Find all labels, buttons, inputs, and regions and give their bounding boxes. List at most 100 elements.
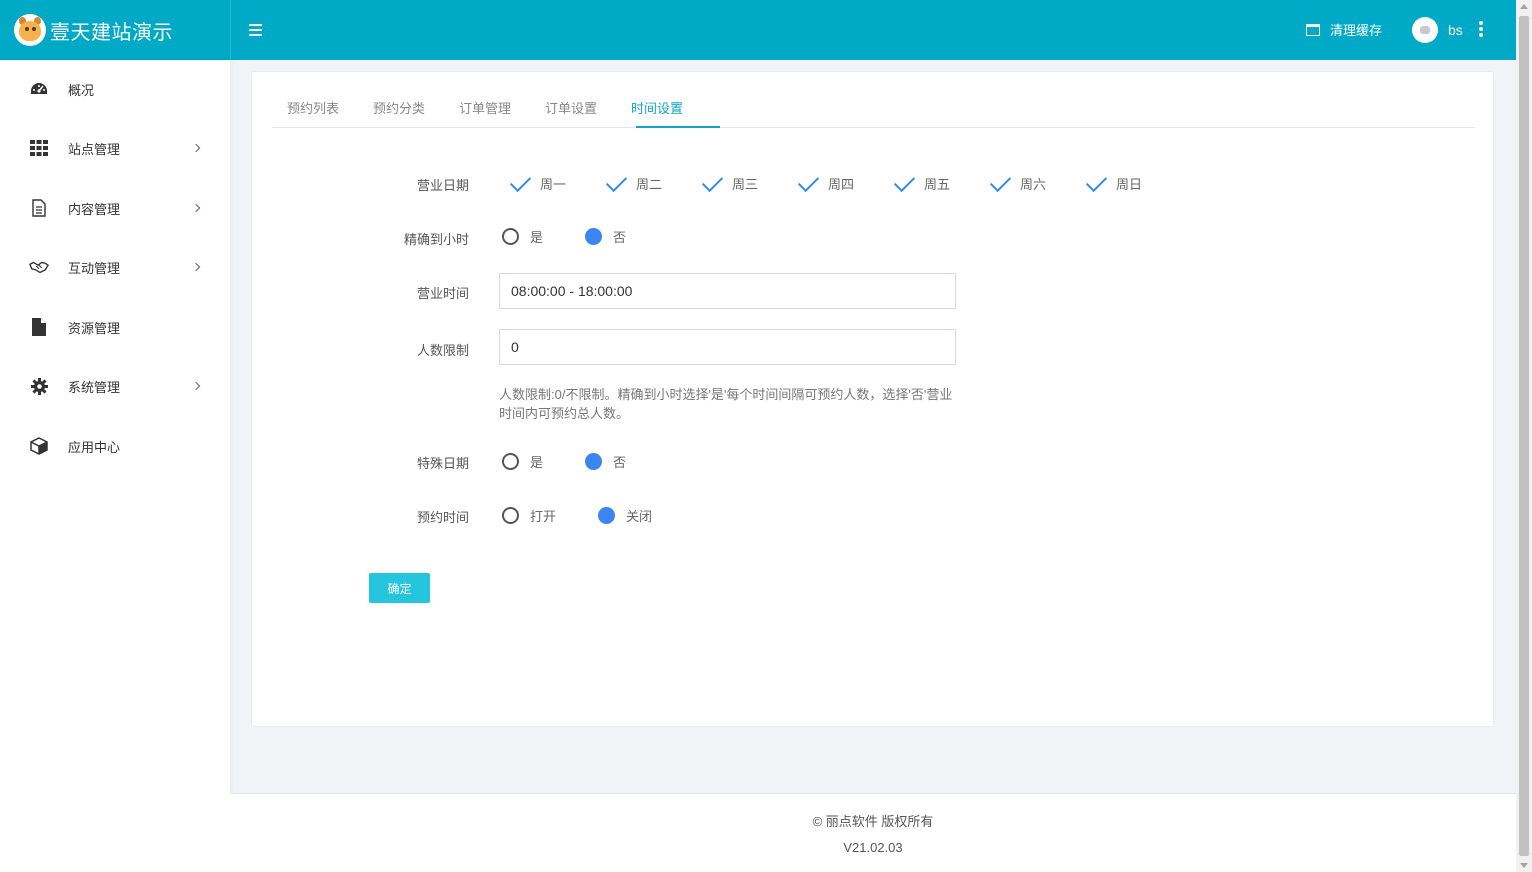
special-date-yes-radio[interactable]: 是 (502, 452, 543, 471)
checkmark-icon (988, 172, 1010, 194)
day-checkbox-sun[interactable]: 周日 (1084, 172, 1142, 194)
people-limit-input[interactable] (499, 329, 956, 365)
day-label: 周四 (828, 176, 855, 192)
tab-time-settings[interactable]: 时间设置 (631, 98, 683, 117)
scroll-down-icon[interactable] (1520, 863, 1528, 868)
special-date-label: 特殊日期 (416, 456, 469, 471)
radio-label: 打开 (530, 509, 557, 524)
checkmark-icon (796, 172, 818, 194)
sidebar-item-label: 系统管理 (68, 379, 121, 395)
tab-booking-category[interactable]: 预约分类 (373, 98, 425, 117)
chevron-right-icon (191, 381, 201, 391)
gear-icon (29, 376, 49, 396)
radio-label: 否 (613, 455, 627, 470)
more-vertical-icon[interactable] (1479, 21, 1483, 39)
hour-precision-label: 精确到小时 (403, 232, 469, 247)
sidebar-item-label: 资源管理 (68, 320, 121, 336)
active-tab-indicator (636, 126, 720, 128)
day-checkbox-wed[interactable]: 周三 (700, 172, 758, 194)
sidebar-item-interaction[interactable]: 互动管理 (0, 247, 230, 287)
clear-cache-button[interactable]: 清理缓存 (1306, 20, 1382, 39)
scrollbar-thumb[interactable] (1519, 16, 1529, 856)
radio-label: 否 (613, 230, 627, 245)
day-label: 周日 (1116, 176, 1143, 192)
chevron-right-icon (191, 262, 201, 272)
radio-off-icon (502, 507, 519, 524)
radio-label: 关闭 (626, 509, 653, 524)
document-icon (29, 198, 49, 218)
sidebar-item-label: 内容管理 (68, 201, 121, 217)
radio-on-icon (585, 228, 602, 245)
day-checkbox-tue[interactable]: 周二 (604, 172, 662, 194)
tab-bar: 预约列表 预约分类 订单管理 订单设置 时间设置 (272, 72, 1475, 128)
chevron-right-icon (191, 143, 201, 153)
confirm-button[interactable]: 确定 (369, 573, 430, 603)
day-checkbox-thu[interactable]: 周四 (796, 172, 854, 194)
settings-panel: 预约列表 预约分类 订单管理 订单设置 时间设置 营业日期 周一 周二 周三 周… (251, 71, 1494, 727)
brand-logo[interactable]: 壹天建站演示 (14, 14, 173, 46)
radio-on-icon (585, 453, 602, 470)
radio-label: 是 (530, 455, 544, 470)
radio-on-icon (598, 507, 615, 524)
day-label: 周三 (732, 176, 759, 192)
checkmark-icon (508, 172, 530, 194)
booking-time-close-radio[interactable]: 关闭 (598, 506, 652, 525)
day-checkbox-sat[interactable]: 周六 (988, 172, 1046, 194)
clear-cache-label: 清理缓存 (1330, 23, 1383, 38)
copyright-text: © 丽点软件 版权所有 (812, 814, 934, 829)
business-days-label: 营业日期 (416, 178, 469, 193)
brand-title: 壹天建站演示 (50, 19, 173, 44)
hour-precision-yes-radio[interactable]: 是 (502, 227, 543, 246)
sidebar-item-label: 互动管理 (68, 260, 121, 276)
checkmark-icon (604, 172, 626, 194)
menu-toggle-icon[interactable] (249, 24, 262, 36)
file-icon (29, 317, 49, 337)
sidebar-item-label: 概况 (68, 82, 95, 98)
user-menu[interactable]: bs (1412, 17, 1463, 43)
day-label: 周一 (540, 176, 567, 192)
header-divider (230, 0, 231, 60)
day-label: 周五 (924, 176, 951, 192)
footer: © 丽点软件 版权所有 V21.02.03 (230, 793, 1516, 872)
business-hours-label: 营业时间 (416, 286, 469, 301)
avatar (1412, 17, 1438, 43)
radio-off-icon (502, 228, 519, 245)
tab-order-settings[interactable]: 订单设置 (545, 98, 597, 117)
tab-booking-list[interactable]: 预约列表 (287, 98, 339, 117)
checkmark-icon (1084, 172, 1106, 194)
day-label: 周六 (1020, 176, 1047, 192)
grid-icon (29, 138, 49, 158)
checkmark-icon (892, 172, 914, 194)
tab-order-management[interactable]: 订单管理 (459, 98, 511, 117)
sidebar-item-site[interactable]: 站点管理 (0, 128, 230, 168)
sidebar-item-resources[interactable]: 资源管理 (0, 307, 230, 347)
handshake-icon (29, 257, 49, 277)
logo-mascot-icon (14, 14, 46, 46)
cube-icon (29, 436, 49, 456)
chevron-right-icon (191, 203, 201, 213)
business-hours-input[interactable] (499, 273, 956, 309)
sidebar: 概况 站点管理 内容管理 互动管理 资源管理 系统管理 应用中心 (0, 60, 230, 872)
sidebar-item-content[interactable]: 内容管理 (0, 188, 230, 228)
version-text: V21.02.03 (843, 840, 903, 855)
special-date-no-radio[interactable]: 否 (585, 452, 626, 471)
sidebar-item-overview[interactable]: 概况 (0, 69, 230, 109)
sidebar-item-system[interactable]: 系统管理 (0, 366, 230, 406)
radio-label: 是 (530, 230, 544, 245)
dashboard-icon (29, 79, 49, 99)
day-label: 周二 (636, 176, 663, 192)
people-limit-label: 人数限制 (416, 343, 469, 358)
sidebar-item-apps[interactable]: 应用中心 (0, 426, 230, 466)
sidebar-item-label: 应用中心 (68, 439, 121, 455)
page-scrollbar[interactable] (1516, 0, 1532, 872)
booking-time-open-radio[interactable]: 打开 (502, 506, 556, 525)
booking-time-label: 预约时间 (416, 510, 469, 525)
day-checkbox-fri[interactable]: 周五 (892, 172, 950, 194)
sidebar-item-label: 站点管理 (68, 141, 121, 157)
basket-icon (1306, 23, 1320, 36)
day-checkbox-mon[interactable]: 周一 (508, 172, 566, 194)
hour-precision-no-radio[interactable]: 否 (585, 227, 626, 246)
people-limit-help-text: 人数限制:0/不限制。精确到小时选择'是'每个时间间隔可预约人数，选择'否'营业… (499, 387, 953, 421)
top-bar: 壹天建站演示 清理缓存 bs (0, 0, 1516, 60)
scroll-up-icon[interactable] (1520, 4, 1528, 9)
